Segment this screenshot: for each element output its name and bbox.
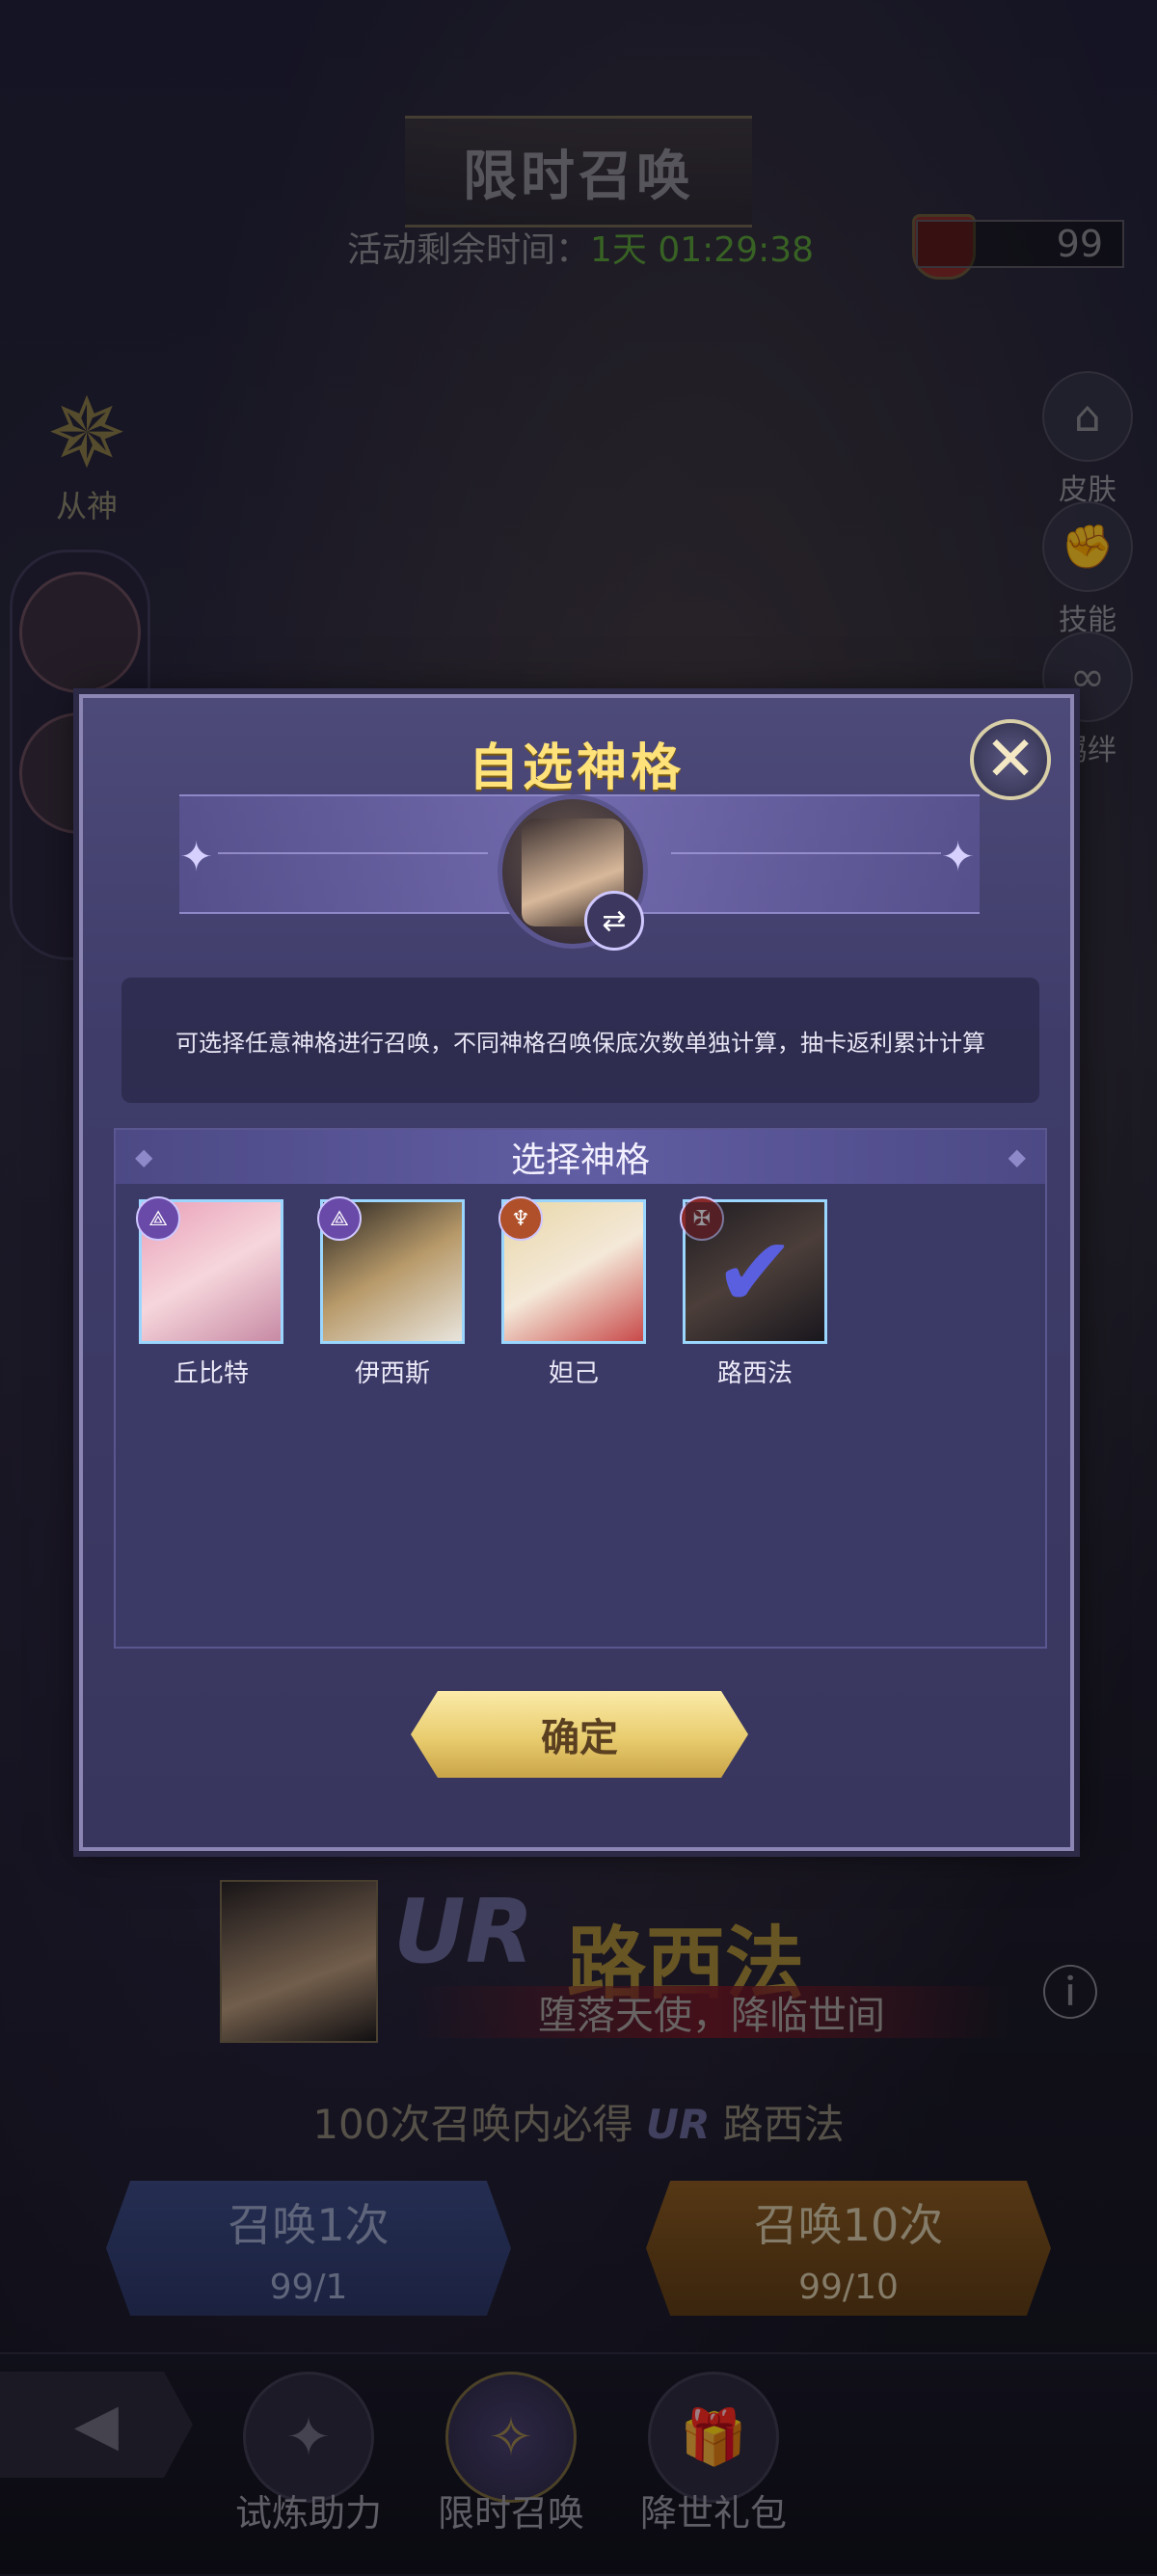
swap-icon[interactable]: ⇄ xyxy=(584,891,644,951)
select-header-label: 选择神格 xyxy=(510,1140,650,1180)
select-deity-dialog: 自选神格 ✕ ✦ ✦ ⇄ 可选择任意神格进行召唤，不同神格召唤保底次数单独计算，… xyxy=(79,694,1074,1851)
banner-line xyxy=(218,852,488,854)
diamond-icon: ✦ xyxy=(179,833,214,880)
deity-portrait: ♆ xyxy=(498,1196,646,1344)
deity-portrait: ⟁ xyxy=(136,1196,283,1344)
deity-card[interactable]: ⟁ 丘比特 xyxy=(136,1196,283,1389)
deity-portrait: ✠ ✔ xyxy=(680,1196,827,1344)
faction-badge-icon: ♆ xyxy=(498,1196,543,1241)
close-button[interactable]: ✕ xyxy=(970,719,1051,800)
deity-select-panel: ◆ 选择神格 ◆ ⟁ 丘比特 ⟁ 伊西斯 ♆ 妲己 ✠ ✔ 路西法 xyxy=(114,1128,1047,1649)
deity-card[interactable]: ♆ 妲己 xyxy=(498,1196,646,1389)
banner-line xyxy=(671,852,941,854)
faction-badge-icon: ⟁ xyxy=(317,1196,362,1241)
diamond-icon: ✦ xyxy=(941,833,976,880)
deity-portrait: ⟁ xyxy=(317,1196,465,1344)
deity-name: 丘比特 xyxy=(173,1359,249,1388)
close-icon: ✕ xyxy=(984,724,1036,795)
checkmark-icon: ✔ xyxy=(686,1202,824,1341)
faction-badge-icon: ⟁ xyxy=(136,1196,180,1241)
deity-card[interactable]: ⟁ 伊西斯 xyxy=(317,1196,465,1389)
deity-card-list: ⟁ 丘比特 ⟁ 伊西斯 ♆ 妲己 ✠ ✔ 路西法 xyxy=(136,1196,827,1389)
select-header: ◆ 选择神格 ◆ xyxy=(116,1130,1045,1184)
ornament-icon: ◆ xyxy=(1008,1143,1026,1170)
deity-name: 伊西斯 xyxy=(354,1359,430,1388)
dialog-title: 自选神格 xyxy=(468,739,685,797)
deity-name: 路西法 xyxy=(716,1359,793,1388)
deity-card-selected[interactable]: ✠ ✔ 路西法 xyxy=(680,1196,827,1389)
confirm-button[interactable]: 确定 xyxy=(411,1691,748,1778)
description-text: 可选择任意神格进行召唤，不同神格召唤保底次数单独计算，抽卡返利累计计算 xyxy=(121,978,1039,1103)
ornament-icon: ◆ xyxy=(135,1143,153,1170)
deity-name: 妲己 xyxy=(548,1359,599,1388)
